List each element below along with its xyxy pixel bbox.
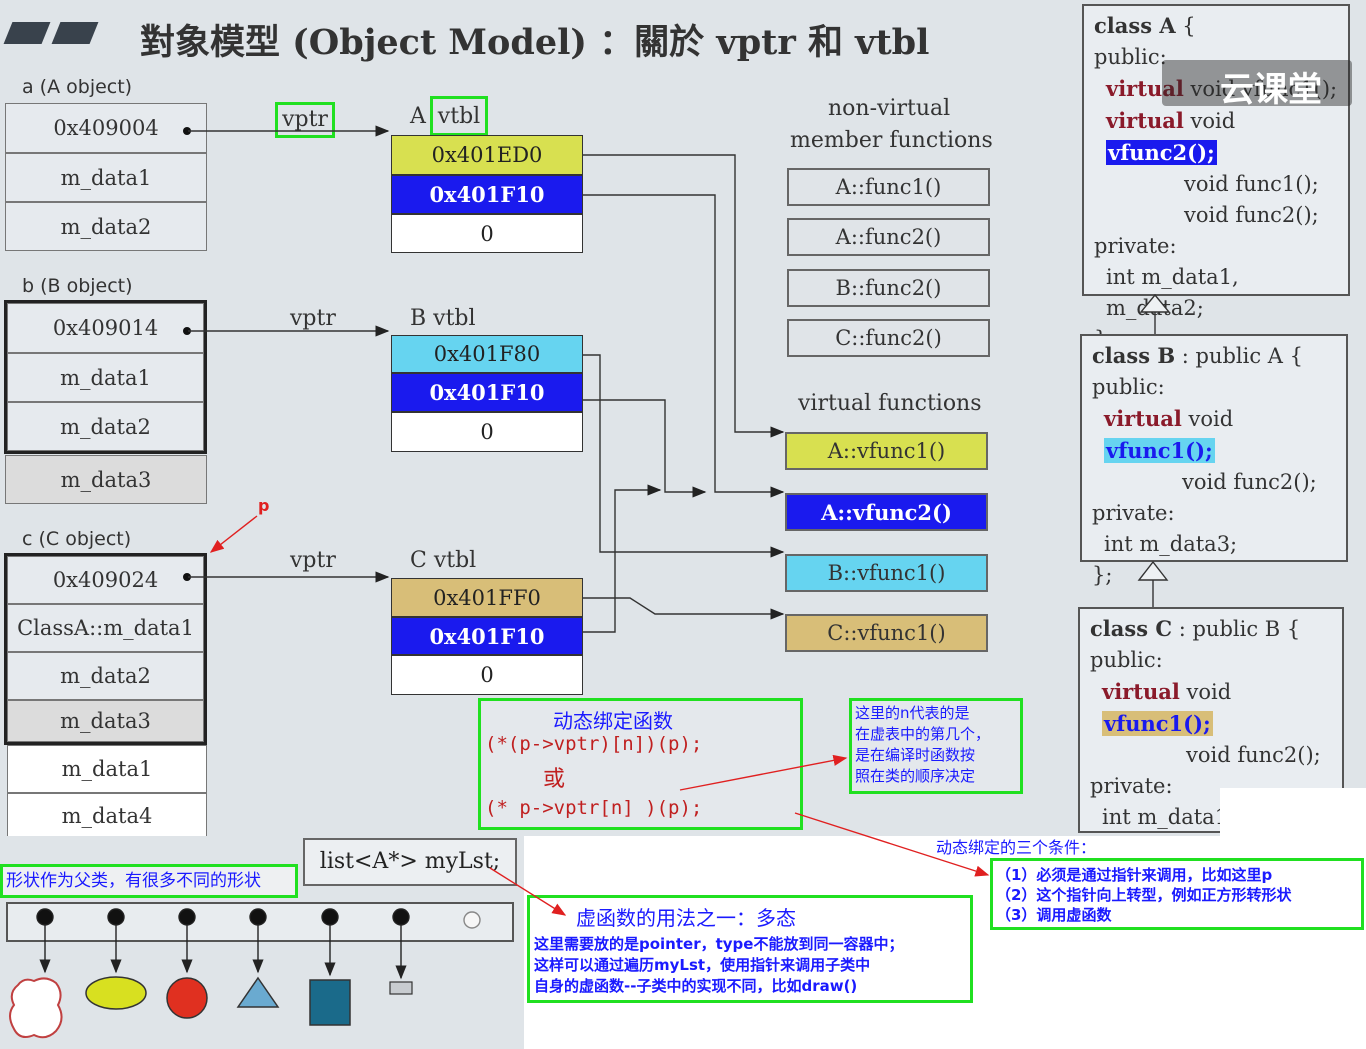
list-dot (107, 908, 125, 926)
inherit-triangle-b (1137, 560, 1169, 581)
list-dot (178, 908, 196, 926)
link-c-vfunc1 (583, 597, 785, 620)
shape-rect-partial (389, 981, 413, 995)
n-note-arrow (679, 754, 848, 791)
link-c-vfunc2 (583, 484, 662, 633)
shape-circle (166, 977, 208, 1019)
usage-arrow (489, 867, 567, 916)
shape-square (309, 979, 351, 1026)
conditions-arrow (794, 812, 990, 877)
shape-ellipse (85, 976, 147, 1010)
list-dot (392, 908, 410, 926)
list-dot (321, 908, 339, 926)
list-pointers (9, 908, 481, 1039)
list-dot (249, 908, 267, 926)
link-b-vfunc2 (583, 399, 707, 498)
connector-lines (9, 125, 1171, 1039)
inherit-triangle-a (1139, 293, 1171, 313)
list-dot-empty (463, 911, 481, 929)
link-b-vfunc1 (583, 354, 785, 558)
shape-blob (9, 977, 63, 1039)
link-a-vfunc2 (583, 194, 785, 498)
shape-triangle (236, 976, 280, 1008)
list-dot (36, 908, 54, 926)
link-a-vfunc1 (583, 154, 785, 438)
p-arrow (209, 515, 258, 553)
